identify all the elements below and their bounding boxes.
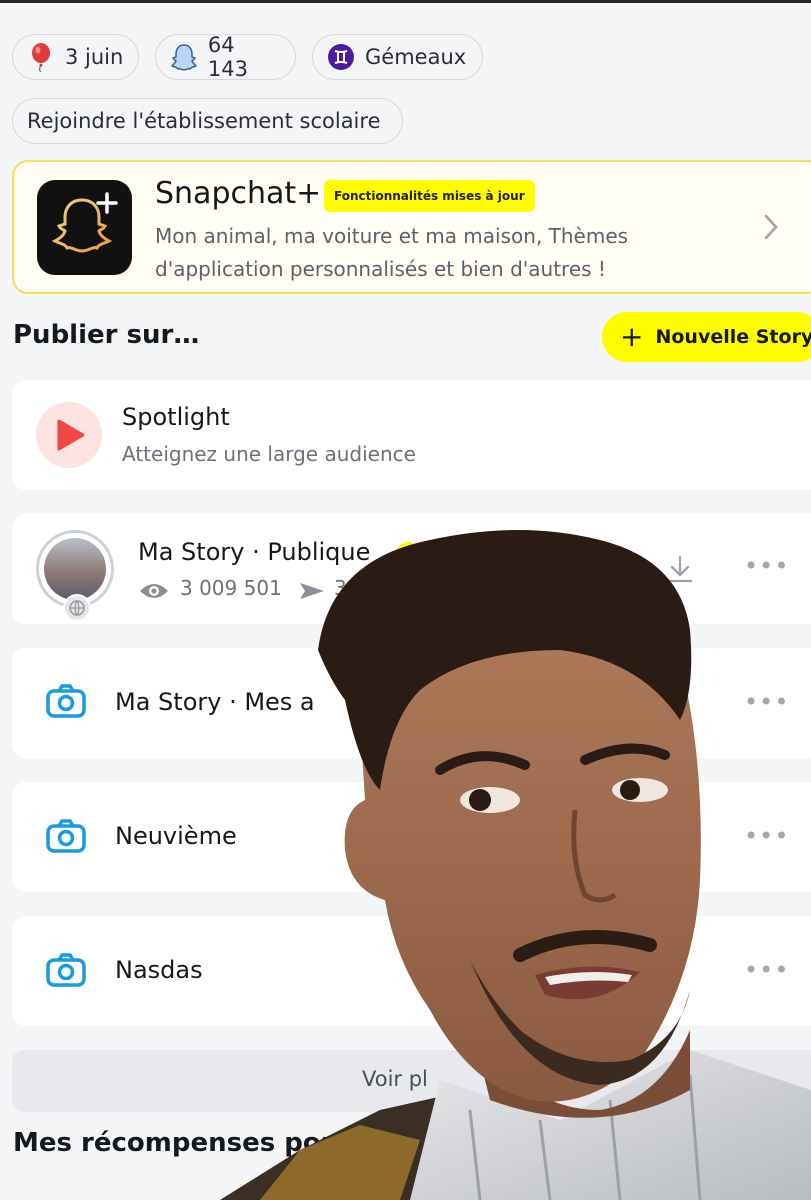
spotlight-icon — [36, 402, 102, 468]
snapchat-plus-card[interactable]: Snapchat+ Fonctionnalités mises à jour M… — [12, 160, 811, 294]
publish-section-title: Publier sur… — [13, 320, 200, 350]
description-line-1: Mon animal, ma voiture et ma maison, Thè… — [155, 224, 629, 248]
see-more-button[interactable]: Voir pl — [12, 1050, 811, 1112]
snapscore-icon — [170, 43, 198, 71]
snapscore-label: 64 143 — [207, 33, 248, 81]
camera-icon — [46, 684, 86, 722]
camera-icon — [46, 953, 86, 991]
birthday-chip[interactable]: 3 juin — [12, 34, 139, 80]
more-options-icon[interactable]: ••• — [744, 956, 789, 984]
balloon-icon — [27, 43, 55, 72]
birthday-label: 3 juin — [65, 45, 124, 69]
spotlight-name: Spotlight — [122, 403, 230, 431]
eye-icon — [138, 580, 170, 606]
story-row[interactable]: Neuvième ••• — [12, 782, 811, 892]
snapchat-plus-logo — [37, 180, 132, 275]
story-name: Ma Story · Mes a — [115, 688, 315, 716]
new-story-button[interactable]: + Nouvelle Story — [602, 312, 811, 362]
spotlight-card[interactable]: Spotlight Atteignez une large audience — [12, 380, 811, 490]
public-story-name: Ma Story · Publique — [138, 538, 371, 566]
rewards-section-title: Mes récompenses pou — [13, 1128, 340, 1158]
star-badge-icon — [396, 542, 420, 570]
story-row[interactable]: Nasdas ••• — [12, 916, 811, 1026]
join-school-chip[interactable]: Rejoindre l'établissement scolaire — [12, 98, 403, 144]
gemini-icon — [327, 43, 355, 71]
public-story-card[interactable]: Ma Story · Publique 3 009 501 335 ••• — [12, 514, 811, 624]
more-options-icon[interactable]: ••• — [744, 688, 789, 716]
story-row[interactable]: Ma Story · Mes a ••• — [12, 648, 811, 758]
snapchat-plus-title: Snapchat+ — [155, 176, 322, 211]
story-name: Neuvième — [115, 822, 237, 850]
globe-icon — [63, 594, 91, 622]
join-school-label: Rejoindre l'établissement scolaire — [27, 109, 381, 133]
top-divider — [0, 0, 811, 3]
more-options-icon[interactable]: ••• — [744, 552, 789, 580]
more-options-icon[interactable]: ••• — [744, 822, 789, 850]
views-count: 3 009 501 — [180, 576, 282, 600]
shares-count: 335 — [334, 576, 373, 600]
plus-icon: + — [620, 320, 644, 353]
description-line-2: d'application personnalisés et bien d'au… — [155, 257, 606, 281]
download-icon[interactable] — [666, 554, 694, 588]
new-story-label: Nouvelle Story — [655, 326, 811, 348]
see-more-label: Voir pl — [362, 1067, 428, 1091]
spotlight-subtitle: Atteignez une large audience — [122, 442, 416, 466]
avatar — [44, 538, 106, 600]
share-arrow-icon — [298, 580, 326, 606]
updated-features-badge: Fonctionnalités mises à jour — [324, 180, 535, 212]
snapchat-plus-description: Mon animal, ma voiture et ma maison, Thè… — [155, 220, 725, 286]
zodiac-chip[interactable]: Gémeaux — [312, 34, 483, 80]
chevron-right-icon — [762, 212, 780, 246]
zodiac-label: Gémeaux — [365, 45, 467, 69]
story-name: Nasdas — [115, 956, 203, 984]
camera-icon — [46, 819, 86, 857]
snapscore-chip[interactable]: 64 143 — [155, 33, 296, 81]
